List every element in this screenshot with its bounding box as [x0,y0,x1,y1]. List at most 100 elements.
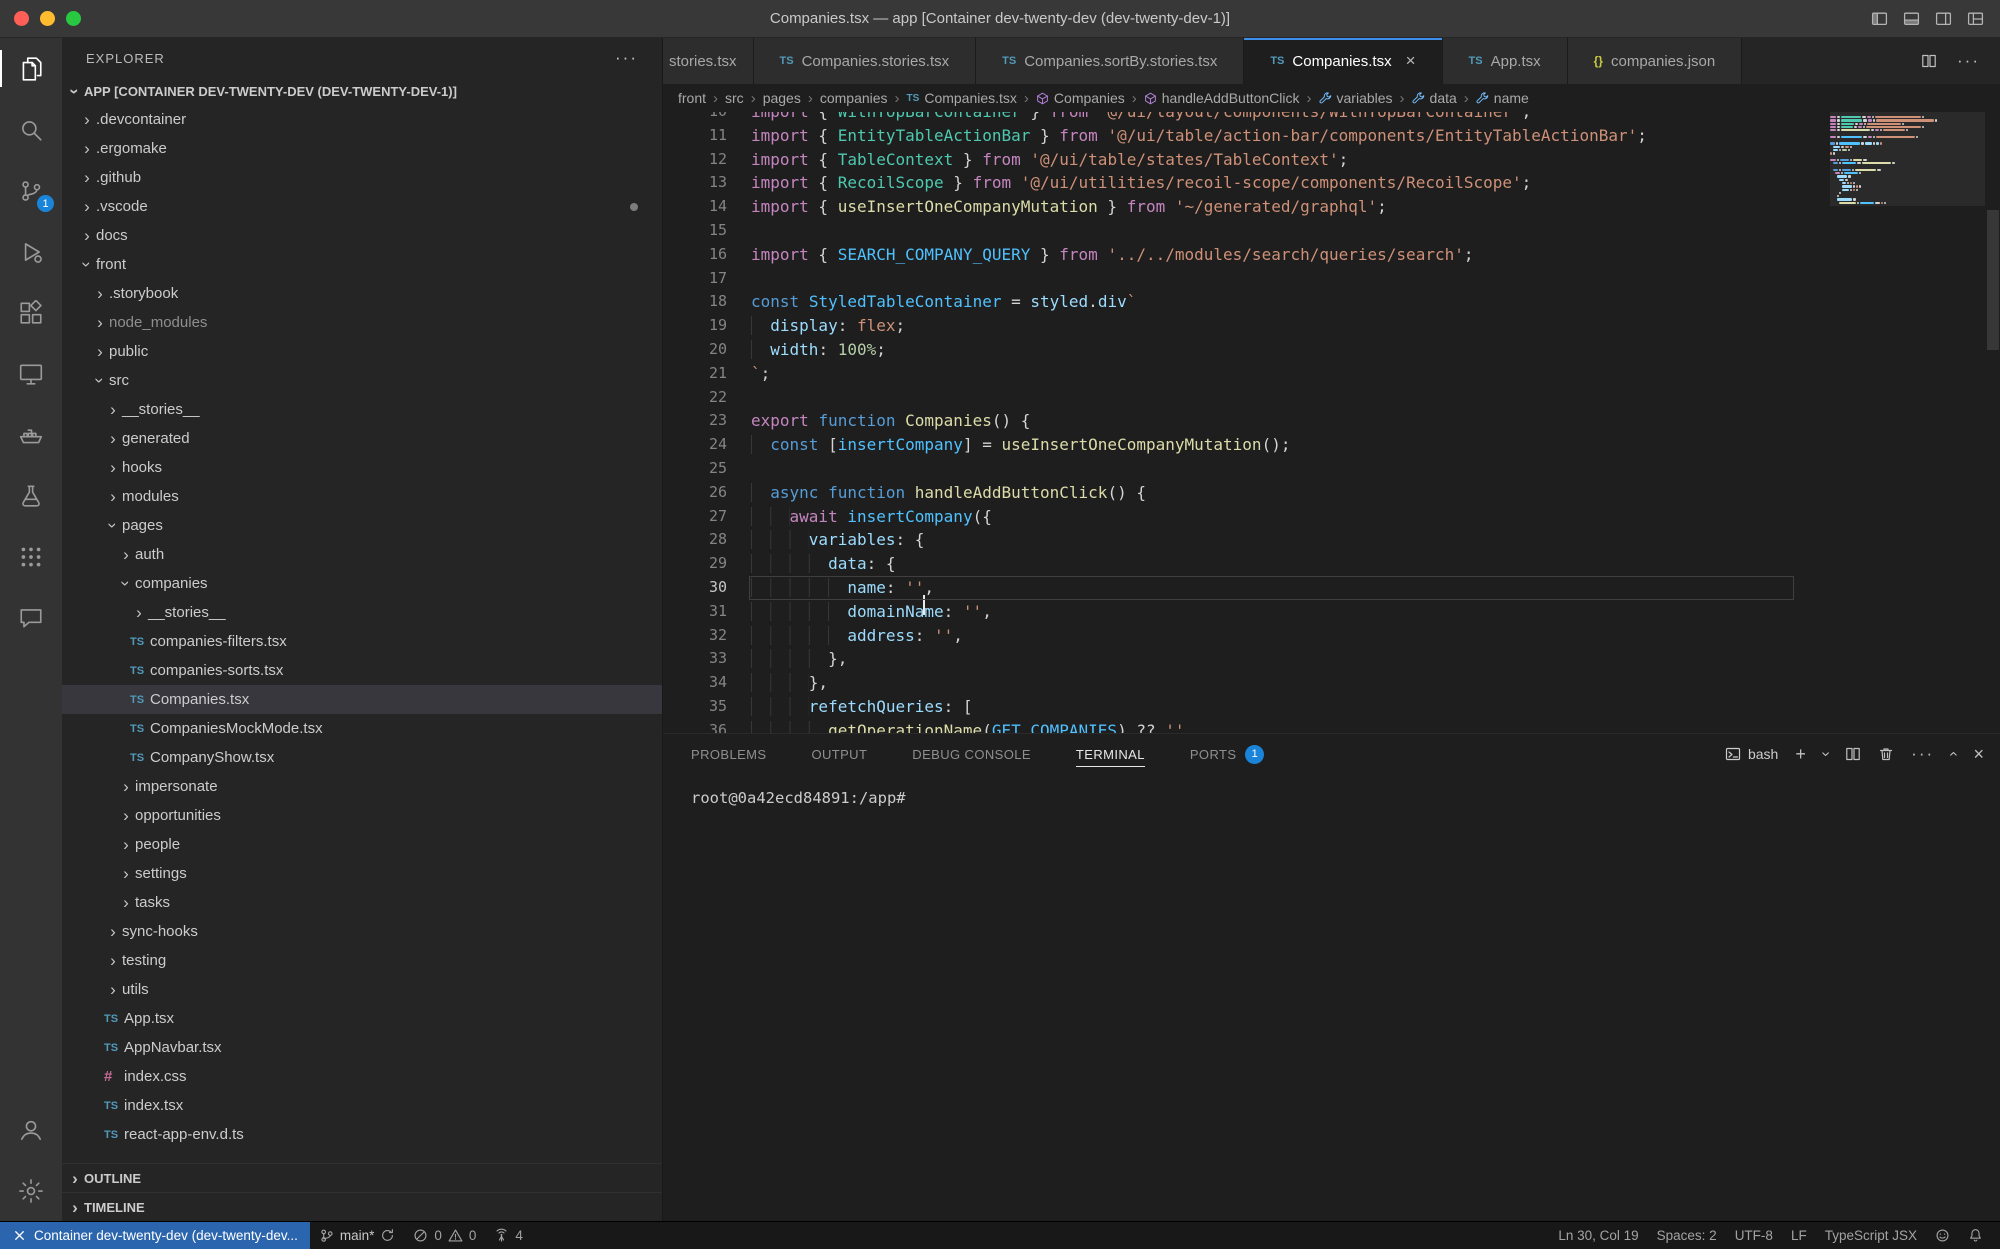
tree-folder-people[interactable]: ›people [62,830,662,859]
code-line-17[interactable]: 17 [663,267,2000,291]
breadcrumb-item-data[interactable]: data [1412,90,1457,106]
run-debug-icon[interactable] [0,221,62,282]
tree-folder-.ergomake[interactable]: ›.ergomake [62,134,662,163]
terminal-selector[interactable]: bash [1725,746,1778,762]
explorer-icon[interactable] [0,38,62,99]
code-line-22[interactable]: 22 [663,386,2000,410]
code-line-33[interactable]: 33 }, [663,647,2000,671]
code-line-36[interactable]: 36 getOperationName(GET_COMPANIES) ?? ''… [663,719,2000,733]
tree-file-index.css[interactable]: #index.css [62,1062,662,1091]
status-item-0[interactable]: Ln 30, Col 19 [1549,1222,1647,1249]
code-editor[interactable]: 10import { WithTopBarContainer } from '@… [663,112,2000,733]
tab-App.tsx[interactable]: TSApp.tsx [1443,38,1568,84]
maximize-panel-icon[interactable]: › [1945,751,1963,756]
tree-folder-generated[interactable]: ›generated [62,424,662,453]
close-tab-icon[interactable]: × [1406,51,1416,71]
code-line-27[interactable]: 27 await insertCompany({ [663,505,2000,529]
tree-folder-testing[interactable]: ›testing [62,946,662,975]
panel-tab-terminal[interactable]: TERMINAL [1076,734,1145,774]
panel-tab-ports[interactable]: PORTS1 [1190,734,1265,774]
code-line-28[interactable]: 28 variables: { [663,528,2000,552]
remote-indicator[interactable]: Container dev-twenty-dev (dev-twenty-dev… [0,1222,310,1249]
flask-icon[interactable] [0,465,62,526]
code-line-24[interactable]: 24 const [insertCompany] = useInsertOneC… [663,433,2000,457]
tree-file-CompanyShow.tsx[interactable]: TSCompanyShow.tsx [62,743,662,772]
tree-folder-.devcontainer[interactable]: ›.devcontainer [62,105,662,134]
code-line-19[interactable]: 19 display: flex; [663,314,2000,338]
tab-Companies.sortBy.stories.tsx[interactable]: TSCompanies.sortBy.stories.tsx [976,38,1244,84]
tree-folder-companies[interactable]: ›companies [62,569,662,598]
timeline-section-header[interactable]: › TIMELINE [62,1192,662,1221]
tab-stories.tsx[interactable]: stories.tsx [663,38,754,84]
code-line-23[interactable]: 23export function Companies() { [663,409,2000,433]
code-line-34[interactable]: 34 }, [663,671,2000,695]
source-control-icon[interactable]: 1 [0,160,62,221]
minimap[interactable] [1830,112,1985,205]
panel-tab-output[interactable]: OUTPUT [811,734,867,774]
search-icon[interactable] [0,99,62,160]
tree-file-CompaniesMockMode.tsx[interactable]: TSCompaniesMockMode.tsx [62,714,662,743]
status-item-1[interactable]: Spaces: 2 [1648,1222,1726,1249]
new-terminal-icon[interactable]: + [1795,744,1806,765]
tree-file-Companies.tsx[interactable]: TSCompanies.tsx [62,685,662,714]
tree-folder-settings[interactable]: ›settings [62,859,662,888]
toggle-panel-icon[interactable] [1903,10,1920,27]
breadcrumb-item-front[interactable]: front [678,90,706,106]
zoom-window-button[interactable] [66,11,81,26]
code-line-11[interactable]: 11import { EntityTableActionBar } from '… [663,124,2000,148]
code-line-18[interactable]: 18const StyledTableContainer = styled.di… [663,290,2000,314]
close-panel-icon[interactable]: × [1973,744,1984,765]
remote-explorer-icon[interactable] [0,343,62,404]
outline-section-header[interactable]: › OUTLINE [62,1163,662,1192]
code-line-15[interactable]: 15 [663,219,2000,243]
comment-icon[interactable] [0,587,62,648]
minimize-window-button[interactable] [40,11,55,26]
tab-Companies.stories.tsx[interactable]: TSCompanies.stories.tsx [754,38,977,84]
breadcrumb-item-src[interactable]: src [725,90,744,106]
breadcrumb-item-handleAddButtonClick[interactable]: handleAddButtonClick [1144,90,1300,106]
tree-file-index.tsx[interactable]: TSindex.tsx [62,1091,662,1120]
tree-folder-pages[interactable]: ›pages [62,511,662,540]
status-item-2[interactable]: UTF-8 [1726,1222,1782,1249]
notifications-status[interactable] [1959,1222,1992,1249]
breadcrumb-item-Companies[interactable]: Companies [1036,90,1125,106]
tree-file-companies-filters.tsx[interactable]: TScompanies-filters.tsx [62,627,662,656]
tree-folder-public[interactable]: ›public [62,337,662,366]
tree-folder-.vscode[interactable]: ›.vscode [62,192,662,221]
tab-Companies.tsx[interactable]: TSCompanies.tsx× [1244,38,1442,84]
tree-file-App.tsx[interactable]: TSApp.tsx [62,1004,662,1033]
workspace-section-header[interactable]: › APP [CONTAINER DEV-TWENTY-DEV (DEV-TWE… [62,78,662,105]
tab-companies.json[interactable]: {}companies.json [1568,38,1743,84]
breadcrumb-item-name[interactable]: name [1476,90,1529,106]
extensions-icon[interactable] [0,282,62,343]
code-line-29[interactable]: 29 data: { [663,552,2000,576]
panel-more-actions-icon[interactable]: ··· [1911,744,1934,764]
grid-icon[interactable] [0,526,62,587]
more-actions-icon[interactable]: ··· [1957,51,1980,71]
git-branch-status[interactable]: main* [310,1222,405,1249]
vertical-scrollbar[interactable] [1987,210,1999,350]
code-line-21[interactable]: 21`; [663,362,2000,386]
tree-file-companies-sorts.tsx[interactable]: TScompanies-sorts.tsx [62,656,662,685]
tree-folder-.storybook[interactable]: ›.storybook [62,279,662,308]
code-line-30[interactable]: 30 name: '', [663,576,2000,600]
status-item-3[interactable]: LF [1782,1222,1816,1249]
code-line-16[interactable]: 16import { SEARCH_COMPANY_QUERY } from '… [663,243,2000,267]
tree-folder-opportunities[interactable]: ›opportunities [62,801,662,830]
tree-folder-__stories__[interactable]: ›__stories__ [62,395,662,424]
close-window-button[interactable] [14,11,29,26]
tree-folder-tasks[interactable]: ›tasks [62,888,662,917]
code-line-14[interactable]: 14import { useInsertOneCompanyMutation }… [663,195,2000,219]
breadcrumb-item-Companies.tsx[interactable]: TSCompanies.tsx [907,90,1017,106]
tree-folder-docs[interactable]: ›docs [62,221,662,250]
code-line-20[interactable]: 20 width: 100%; [663,338,2000,362]
breadcrumb-item-pages[interactable]: pages [763,90,801,106]
terminal-dropdown-icon[interactable]: › [1817,751,1835,756]
breadcrumb-item-variables[interactable]: variables [1319,90,1393,106]
tree-folder-src[interactable]: ›src [62,366,662,395]
code-line-13[interactable]: 13import { RecoilScope } from '@/ui/util… [663,171,2000,195]
panel-tab-debug-console[interactable]: DEBUG CONSOLE [912,734,1031,774]
tree-folder-__stories__[interactable]: ›__stories__ [62,598,662,627]
panel-tab-problems[interactable]: PROBLEMS [691,734,766,774]
tree-folder-utils[interactable]: ›utils [62,975,662,1004]
